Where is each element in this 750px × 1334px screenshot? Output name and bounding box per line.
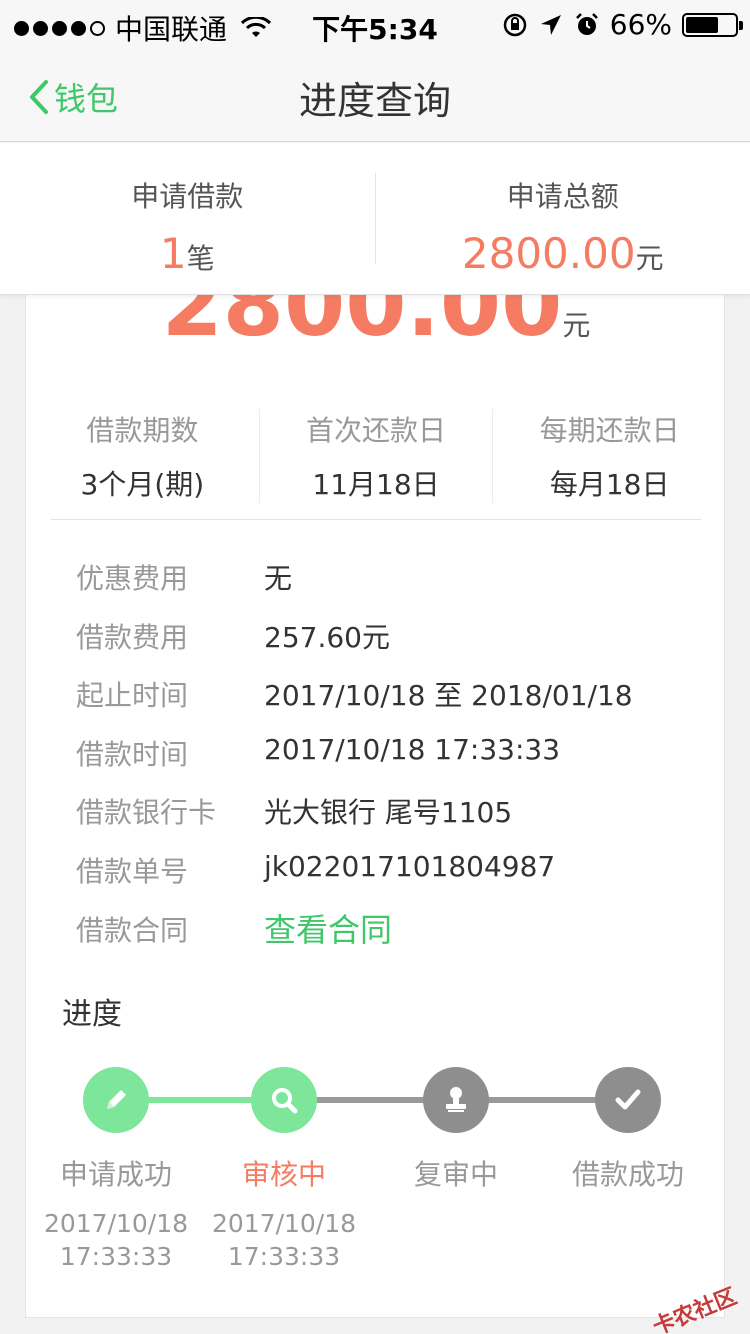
progress-step-reviewing: 审核中 2017/10/18 17:33:33: [199, 1067, 369, 1273]
step-circle: [595, 1067, 661, 1133]
detail-label: 借款合同: [76, 913, 189, 947]
loan-total-unit: 元: [635, 242, 664, 275]
term-label: 每期还款日: [539, 414, 680, 447]
detail-label: 起止时间: [76, 679, 189, 713]
step-date: 2017/10/18: [211, 1209, 357, 1238]
detail-value: 光大银行 尾号1105: [264, 796, 513, 830]
battery-percent: 66%: [609, 8, 672, 41]
detail-value: jk022017101804987: [264, 849, 556, 883]
step-label: 借款成功: [571, 1158, 684, 1191]
detail-row-discount: 优惠费用 无: [76, 557, 696, 616]
detail-label: 借款单号: [76, 854, 189, 888]
detail-row-loan-number: 借款单号 jk022017101804987: [76, 850, 696, 909]
step-label: 申请成功: [59, 1158, 172, 1191]
step-circle: [251, 1067, 317, 1133]
term-value: 3个月(期): [80, 468, 205, 501]
detail-label: 优惠费用: [76, 562, 189, 595]
detail-value: 257.60元: [264, 620, 390, 654]
loan-count-summary: 申请借款 1笔: [0, 143, 375, 294]
detail-row-bank-card: 借款银行卡 光大银行 尾号1105: [76, 791, 696, 850]
detail-value: 2017/10/18 至 2018/01/18: [264, 679, 633, 713]
step-time: 17:33:33: [227, 1242, 341, 1271]
step-date: 2017/10/18: [43, 1209, 189, 1238]
detail-row-period: 起止时间 2017/10/18 至 2018/01/18: [76, 674, 696, 733]
step-circle: [83, 1067, 149, 1133]
check-icon: [615, 1089, 641, 1110]
progress-step-loan-success: 借款成功: [543, 1067, 713, 1193]
step-circle: [423, 1067, 489, 1133]
loan-summary: 申请借款 1笔 申请总额 2800.00元: [0, 143, 750, 295]
term-label: 借款期数: [86, 414, 199, 447]
rotation-lock-icon: [503, 13, 527, 36]
step-label: 审核中: [241, 1158, 326, 1191]
detail-row-contract: 借款合同 查看合同: [76, 909, 696, 968]
status-bar: 中国联通 下午5:34 66%: [0, 0, 750, 48]
loan-count-label: 申请借款: [131, 180, 244, 213]
detail-value: 无: [264, 562, 293, 595]
search-icon: [272, 1088, 298, 1114]
battery-icon: [682, 12, 743, 37]
term-first-repayment: 首次还款日 11月18日: [258, 409, 493, 503]
pencil-icon: [107, 1090, 126, 1109]
term-repayment-day: 每期还款日 每月18日: [492, 409, 724, 503]
detail-value: 2017/10/18 17:33:33: [264, 732, 561, 766]
loan-total-summary: 申请总额 2800.00元: [374, 173, 750, 278]
location-arrow-icon: [540, 14, 561, 35]
detail-label: 借款费用: [76, 620, 189, 654]
loan-detail-card: 2800.00元 借款期数 3个月(期) 首次还款日 11月18日 每期还款日 …: [25, 260, 725, 1318]
loan-total-label: 申请总额: [506, 180, 619, 213]
detail-label: 借款时间: [76, 737, 189, 771]
stamp-icon: [446, 1087, 466, 1112]
loan-terms: 借款期数 3个月(期) 首次还款日 11月18日 每期还款日 每月18日: [26, 409, 724, 503]
status-right: 66%: [502, 8, 743, 41]
loan-details-list: 优惠费用 无 借款费用 257.60元 起止时间 2017/10/18 至 20…: [76, 557, 696, 967]
loan-amount-unit: 元: [562, 309, 591, 342]
view-contract-link[interactable]: 查看合同: [264, 905, 392, 951]
term-label: 首次还款日: [306, 414, 447, 447]
detail-row-fee: 借款费用 257.60元: [76, 616, 696, 675]
progress-step-applied: 申请成功 2017/10/18 17:33:33: [31, 1067, 201, 1273]
term-value: 每月18日: [549, 468, 670, 501]
alarm-clock-icon: [575, 12, 598, 35]
battery-fill: [686, 16, 718, 33]
term-value: 11月18日: [312, 468, 440, 501]
term-installments: 借款期数 3个月(期): [26, 409, 259, 503]
loan-count-value: 1: [159, 229, 187, 278]
navigation-bar: 钱包 进度查询: [0, 48, 750, 142]
progress-section-title: 进度: [62, 997, 122, 1032]
progress-step-second-review: 复审中: [371, 1067, 541, 1193]
page-title: 进度查询: [298, 79, 451, 123]
divider: [51, 519, 701, 520]
detail-label: 借款银行卡: [76, 796, 217, 830]
detail-row-loan-time: 借款时间 2017/10/18 17:33:33: [76, 733, 696, 792]
loan-count-unit: 笔: [186, 242, 215, 275]
step-time: 17:33:33: [59, 1242, 173, 1271]
loan-total-value: 2800.00: [461, 229, 636, 278]
step-label: 复审中: [413, 1158, 498, 1191]
